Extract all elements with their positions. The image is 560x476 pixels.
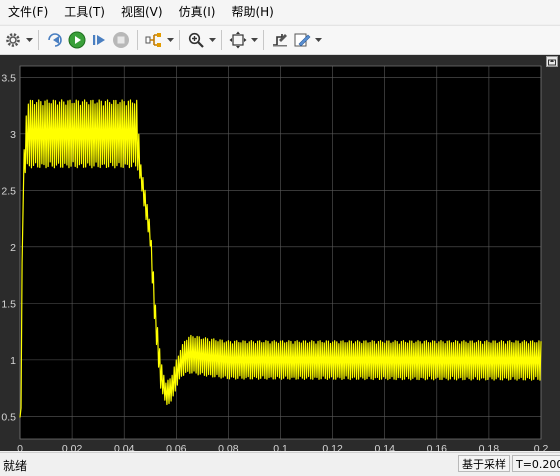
y-tick-label: 1 (10, 355, 16, 367)
fit-to-view-icon[interactable] (227, 29, 249, 51)
sample-mode-indicator: 基于采样 (458, 455, 510, 472)
scope-display: 0 0.02 0.04 0.06 0.08 0.1 0.12 0.14 0.16 0.18 0.2 0… (0, 55, 560, 451)
stop-icon (110, 29, 132, 51)
settings-dropdown-arrow-icon[interactable] (25, 29, 33, 51)
x-tick-label: 0.16 (427, 443, 448, 451)
undock-icon[interactable] (546, 56, 558, 67)
status-ready: 就绪 (3, 459, 28, 473)
menu-tools[interactable]: 工具(T) (56, 0, 113, 24)
triggers-icon[interactable] (269, 29, 291, 51)
fit-dropdown-arrow-icon[interactable] (250, 29, 258, 51)
style-icon[interactable] (291, 29, 313, 51)
x-tick-label: 0.14 (374, 443, 395, 451)
gear-icon[interactable] (2, 29, 24, 51)
y-tick-label: 2.5 (1, 185, 16, 197)
toolbar-separator (179, 30, 180, 50)
x-tick-label: 0.06 (166, 443, 187, 451)
scope-plot[interactable]: 0 0.02 0.04 0.06 0.08 0.1 0.12 0.14 0.16 0.18 0.2 0… (0, 55, 560, 451)
step-forward-icon[interactable] (88, 29, 110, 51)
simulation-time: T=0.200 (512, 455, 560, 472)
zoom-in-icon[interactable] (185, 29, 207, 51)
toolbar (0, 25, 560, 55)
run-icon[interactable] (66, 29, 88, 51)
x-tick-label: 0.18 (479, 443, 500, 451)
toolbar-separator (263, 30, 264, 50)
menu-simulation[interactable]: 仿真(I) (171, 0, 224, 24)
x-tick-label: 0.04 (114, 443, 135, 451)
menu-view[interactable]: 视图(V) (113, 0, 171, 24)
x-tick-label: 0.02 (62, 443, 83, 451)
x-tick-label: 0.08 (218, 443, 239, 451)
y-tick-label: 3.5 (1, 72, 16, 84)
y-tick-label: 1.5 (1, 298, 16, 310)
toolbar-separator (221, 30, 222, 50)
zoom-dropdown-arrow-icon[interactable] (208, 29, 216, 51)
status-bar: 就绪 基于采样 T=0.200 (0, 452, 560, 476)
x-tick-label: 0.1 (273, 443, 288, 451)
highlight-signal-icon[interactable] (143, 29, 165, 51)
step-back-icon[interactable] (44, 29, 66, 51)
highlight-dropdown-arrow-icon[interactable] (166, 29, 174, 51)
y-tick-label: 3 (10, 129, 16, 141)
x-tick-label: 0.2 (534, 443, 549, 451)
menu-bar: 文件(F) 工具(T) 视图(V) 仿真(I) 帮助(H) (0, 0, 560, 24)
menu-file[interactable]: 文件(F) (0, 0, 56, 24)
y-tick-label: 0.5 (1, 411, 16, 423)
style-dropdown-arrow-icon[interactable] (314, 29, 322, 51)
x-tick-label: 0.12 (322, 443, 343, 451)
toolbar-separator (38, 30, 39, 50)
y-tick-label: 2 (10, 242, 16, 254)
menu-help[interactable]: 帮助(H) (223, 0, 281, 24)
toolbar-separator (137, 30, 138, 50)
x-tick-label: 0 (17, 443, 23, 451)
